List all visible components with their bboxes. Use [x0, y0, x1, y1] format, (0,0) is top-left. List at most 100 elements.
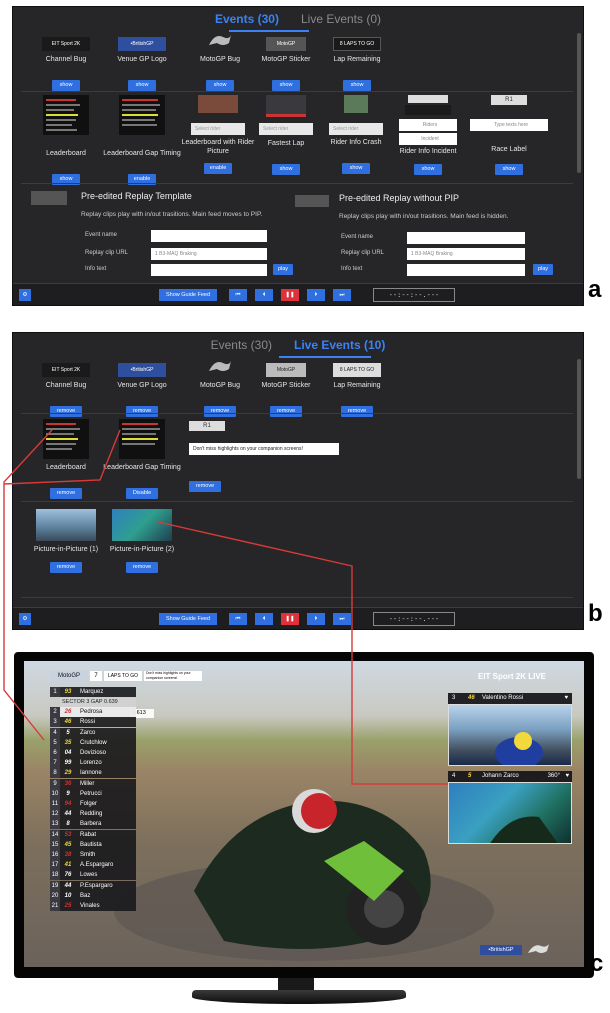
divider	[21, 183, 573, 184]
show-button[interactable]: show	[52, 80, 80, 91]
field-label: Replay clip URL	[85, 250, 129, 256]
leaderboard-thumbnail	[43, 419, 89, 459]
gear-icon[interactable]: ⚙	[19, 289, 31, 301]
replay-clip-url-select[interactable]: 1 B3-MAQ Braking	[151, 248, 267, 260]
leaderboard-rider-name: Smith	[80, 852, 96, 858]
enable-button[interactable]: enable	[204, 163, 232, 174]
leaderboard-position: 17	[50, 860, 60, 871]
card-label: Lap Remaining	[333, 56, 381, 63]
replay-description: Replay clips play with in/out trasitions…	[339, 213, 509, 220]
show-button[interactable]: show	[128, 80, 156, 91]
gear-icon[interactable]: ⚙	[19, 613, 31, 625]
step-forward-icon[interactable]: ⏵	[307, 289, 325, 301]
step-back-icon[interactable]: ⏴	[255, 613, 273, 625]
show-guide-feed-button[interactable]: Show Guide Feed	[159, 289, 217, 301]
remove-button[interactable]: remove	[126, 562, 158, 573]
step-forward-icon[interactable]: ⏵	[307, 613, 325, 625]
leaderboard-rider-name: Baz	[80, 892, 91, 899]
show-button[interactable]: show	[272, 80, 300, 91]
tv-screen: MotoGP 7 LAPS TO GO Don't miss highlight…	[24, 661, 584, 967]
leaderboard-position: 10	[50, 788, 60, 799]
tab-events[interactable]: Events (30)	[211, 338, 272, 352]
show-button[interactable]: show	[414, 164, 442, 175]
leaderboard-rider-number: 44	[64, 882, 72, 889]
leaderboard-row: 16 38 Smith	[50, 850, 136, 860]
television: MotoGP 7 LAPS TO GO Don't miss highlight…	[14, 652, 594, 978]
scrollbar[interactable]	[577, 359, 581, 479]
show-guide-feed-button[interactable]: Show Guide Feed	[159, 613, 217, 625]
show-button[interactable]: show	[495, 164, 523, 175]
incident-preview	[405, 105, 451, 115]
step-back-icon[interactable]: ⏴	[255, 289, 273, 301]
remove-button[interactable]: remove	[189, 481, 221, 492]
rider-crash-thumbnail	[344, 95, 368, 113]
rider-select[interactable]: Select rider	[259, 123, 313, 135]
leaderboard-gap-thumbnail	[119, 419, 165, 459]
replay-clip-url-select[interactable]: 1 B3-MAQ Braking	[407, 248, 525, 260]
replay-description: Replay clips play with in/out trasitions…	[81, 211, 263, 218]
show-button[interactable]: show	[272, 164, 300, 175]
laps-count: 7	[90, 671, 102, 681]
leaderboard-rider-name: Bautista	[80, 841, 102, 848]
race-label-input[interactable]: Don't miss highlights on your companion …	[189, 443, 339, 455]
remove-button[interactable]: remove	[50, 488, 82, 499]
leaderboard-row: 4 5 Zarco	[50, 727, 136, 738]
card-label: Channel Bug	[45, 382, 87, 389]
card-label: Fastest Lap	[267, 140, 305, 147]
disable-button[interactable]: Disable	[126, 488, 158, 499]
sector-gap: SECTOR 3 GAP 0.639	[60, 698, 136, 707]
panel-letter-a: a	[588, 276, 602, 303]
divider	[21, 501, 573, 502]
rider-select[interactable]: Select rider	[329, 123, 383, 135]
play-button[interactable]: play	[273, 264, 293, 275]
pause-icon[interactable]: ❚❚	[281, 289, 299, 301]
leaderboard-rider-number: 9	[66, 790, 70, 797]
rider-select[interactable]: Select rider	[191, 123, 245, 135]
lap-remaining-thumbnail: 8 LAPS TO GO	[333, 37, 381, 51]
remove-button[interactable]: remove	[270, 406, 302, 417]
leaderboard-rider-number: 29	[64, 770, 72, 777]
tab-events[interactable]: Events (30)	[215, 12, 279, 26]
skip-forward-icon[interactable]: ⏭	[333, 289, 351, 301]
race-label-input[interactable]: Type texts here	[470, 119, 548, 131]
skip-forward-icon[interactable]: ⏭	[333, 613, 351, 625]
card-label: MotoGP Sticker	[261, 56, 311, 63]
pause-icon[interactable]: ❚❚	[281, 613, 299, 625]
leaderboard-rider-number: 44	[64, 811, 72, 818]
skip-back-icon[interactable]: ⏮	[229, 289, 247, 301]
leaderboard-rider-number: 26	[64, 709, 72, 716]
scrollbar[interactable]	[577, 33, 581, 173]
card-motogp-sticker: MotoGP MotoGP Sticker show	[247, 37, 325, 91]
riders-input[interactable]: Riders	[399, 119, 457, 131]
leaderboard-rider-number: 36	[64, 780, 72, 787]
card-venue-gp-logo: •BritishGP Venue GP Logo remove	[103, 363, 181, 417]
tab-live-events[interactable]: Live Events (10)	[294, 338, 385, 352]
info-text-input[interactable]	[151, 264, 267, 276]
leaderboard-position: 1	[50, 687, 60, 697]
leaderboard-rider-name: Zarco	[80, 729, 96, 736]
remove-button[interactable]: remove	[50, 406, 82, 417]
tab-live-events[interactable]: Live Events (0)	[301, 12, 381, 26]
remove-button[interactable]: remove	[204, 406, 236, 417]
card-motogp-sticker: MotoGP MotoGP Sticker remove	[247, 363, 325, 417]
motogp-logo-icon	[526, 941, 552, 962]
skip-back-icon[interactable]: ⏮	[229, 613, 247, 625]
replay-thumbnail	[295, 195, 329, 207]
leaderboard-row: 15 45 Bautista	[50, 839, 136, 850]
incident-input[interactable]: Incident	[399, 133, 457, 145]
leaderboard-rider-number: 5	[66, 729, 70, 736]
remove-button[interactable]: remove	[50, 562, 82, 573]
play-button[interactable]: play	[533, 264, 553, 275]
remove-button[interactable]: remove	[126, 406, 158, 417]
show-button[interactable]: show	[206, 80, 234, 91]
event-name-input[interactable]	[151, 230, 267, 242]
show-button[interactable]: show	[343, 80, 371, 91]
event-name-input[interactable]	[407, 232, 525, 244]
divider	[21, 91, 573, 92]
leaderboard-position: 7	[50, 758, 60, 769]
info-text-input[interactable]	[407, 264, 525, 276]
remove-button[interactable]: remove	[341, 406, 373, 417]
leaderboard-rider-name: Redding	[80, 811, 103, 818]
race-message: Don't miss highlights on your companion …	[144, 671, 202, 681]
show-button[interactable]: show	[342, 163, 370, 174]
